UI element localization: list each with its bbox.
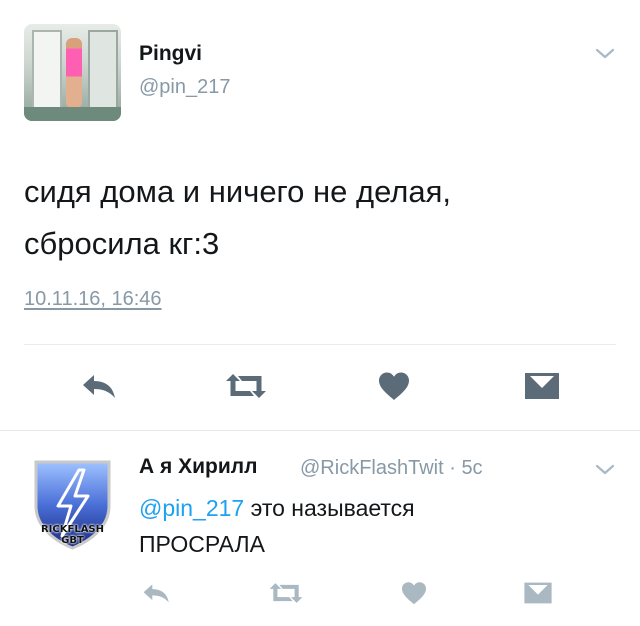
tweet-text: сидя дома и ничего не делая, сбросила кг…	[24, 166, 614, 270]
reply-time[interactable]: 5с	[461, 457, 482, 479]
author-name[interactable]: Pingvi	[139, 42, 202, 66]
retweet-icon	[224, 372, 268, 405]
avatar-photo-door-left	[32, 30, 62, 118]
avatar-photo-figure	[66, 38, 82, 108]
heart-icon	[377, 371, 411, 406]
divider	[24, 344, 616, 345]
envelope-icon	[522, 581, 554, 610]
reply-button[interactable]	[78, 370, 122, 406]
envelope-icon	[523, 371, 561, 406]
mention-link[interactable]: @pin_217	[139, 495, 244, 521]
reply-icon	[141, 582, 173, 609]
retweet-icon	[268, 581, 304, 610]
reply-meta: @RickFlashTwit · 5с	[300, 457, 483, 480]
heart-icon	[400, 581, 428, 610]
reply-text-continuation: это называется	[244, 495, 415, 521]
reply-text: @pin_217 это называется ПРОСРАЛА	[139, 490, 609, 562]
reply-dm-button[interactable]	[520, 580, 556, 610]
reply-author-handle[interactable]: @RickFlashTwit	[300, 457, 444, 479]
reply-reply-button[interactable]	[139, 580, 175, 610]
divider	[0, 430, 640, 431]
reply-icon	[80, 372, 120, 405]
reply-like-button[interactable]	[396, 580, 432, 610]
author-avatar[interactable]	[24, 24, 121, 121]
avatar-badge-text: RICKFLASH GBT	[24, 524, 121, 546]
reply-text-line-2: ПРОСРАЛА	[139, 531, 265, 557]
tweet-timestamp[interactable]: 10.11.16, 16:46	[24, 288, 162, 311]
reply-retweet-button[interactable]	[268, 580, 304, 610]
meta-separator: ·	[443, 457, 462, 479]
like-button[interactable]	[372, 370, 416, 406]
author-handle[interactable]: @pin_217	[139, 76, 230, 99]
tweet-menu-chevron-down-icon[interactable]	[594, 46, 616, 62]
avatar-badge-line-1: RICKFLASH	[40, 524, 105, 535]
avatar-badge-line-2: GBT	[61, 535, 84, 546]
tweet-text-line-1: сидя дома и ничего не делая,	[24, 174, 452, 209]
avatar-photo-floor	[24, 107, 121, 121]
reply-text-line-1: @pin_217 это называется	[139, 490, 609, 526]
tweet-text-line-2: сбросила кг:3	[24, 226, 220, 261]
reply-author-name[interactable]: А я Хирилл	[139, 455, 257, 479]
direct-message-button[interactable]	[520, 370, 564, 406]
avatar-photo-door-right	[88, 30, 118, 118]
reply-menu-chevron-down-icon[interactable]	[594, 462, 616, 478]
retweet-button[interactable]	[224, 370, 268, 406]
reply-author-avatar[interactable]: RICKFLASH GBT	[24, 454, 121, 551]
